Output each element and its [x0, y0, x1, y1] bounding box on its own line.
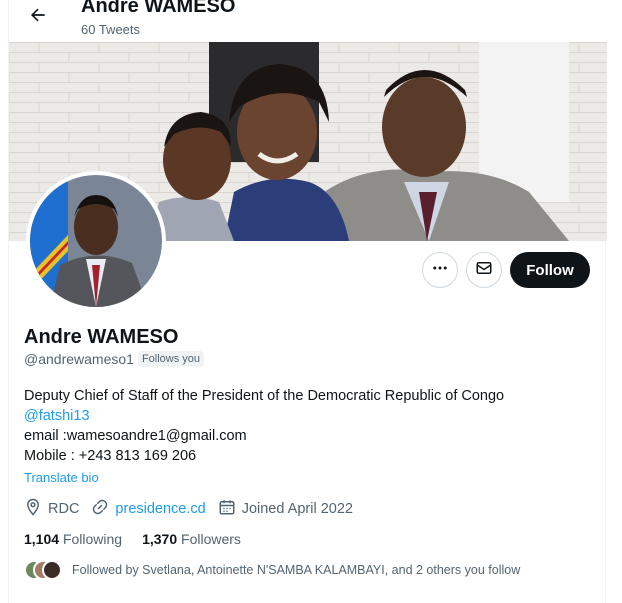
envelope-icon: [475, 259, 493, 282]
followed-by-text: Followed by Svetlana, Antoinette N'SAMBA…: [72, 563, 521, 577]
profile-column: Andre WAMESO 60 Tweets Follow Andre WAME…: [8, 0, 607, 603]
display-name: Andre WAMESO: [24, 326, 179, 348]
location-item: RDC: [24, 498, 79, 520]
calendar-icon: [218, 498, 242, 520]
profile-avatar[interactable]: [26, 171, 166, 311]
avatar-image: [30, 175, 162, 307]
profile-meta: RDC presidence.cd Joined April 2022: [24, 498, 365, 520]
mutual-avatar: [42, 560, 62, 580]
header-title: Andre WAMESO: [81, 0, 236, 17]
user-handle: @andrewameso1: [24, 351, 134, 367]
message-button[interactable]: [466, 252, 502, 288]
bio-email: email :wamesoandre1@gmail.com: [24, 428, 247, 444]
handle-row: @andrewameso1 Follows you: [24, 351, 205, 367]
mutual-avatars: [24, 560, 64, 580]
follows-you-badge: Follows you: [137, 351, 205, 367]
tweet-count: 60 Tweets: [81, 22, 141, 37]
more-options-button[interactable]: [422, 252, 458, 288]
bio-mention-link[interactable]: @fatshi13: [24, 406, 594, 426]
follow-stats: 1,104 Following 1,370 Followers: [24, 531, 261, 547]
more-icon: [431, 259, 449, 282]
website-item: presidence.cd: [91, 498, 206, 520]
translate-bio-link[interactable]: Translate bio: [24, 470, 99, 485]
website-link[interactable]: presidence.cd: [115, 501, 205, 517]
arrow-left-icon: [28, 5, 48, 30]
following-count: 1,104: [24, 531, 60, 547]
joined-item: Joined April 2022: [218, 498, 353, 520]
follow-button[interactable]: Follow: [510, 252, 590, 288]
followed-by-link[interactable]: Followed by Svetlana, Antoinette N'SAMBA…: [24, 560, 520, 580]
following-label: Following: [62, 531, 123, 547]
joined-date: Joined April 2022: [241, 501, 353, 517]
bio-mobile: Mobile : +243 813 169 206: [24, 448, 197, 464]
location-pin-icon: [24, 498, 48, 520]
back-button[interactable]: [23, 2, 53, 32]
profile-header-bar: Andre WAMESO 60 Tweets: [9, 0, 607, 42]
bio-description: Deputy Chief of Staff of the President o…: [24, 388, 505, 404]
followers-link[interactable]: 1,370 Followers: [142, 531, 241, 547]
location-text: RDC: [48, 501, 80, 517]
link-icon: [91, 498, 115, 520]
followers-label: Followers: [181, 531, 241, 547]
following-link[interactable]: 1,104 Following: [24, 531, 122, 547]
profile-bio: Deputy Chief of Staff of the President o…: [24, 386, 594, 466]
followers-count: 1,370: [142, 531, 178, 547]
